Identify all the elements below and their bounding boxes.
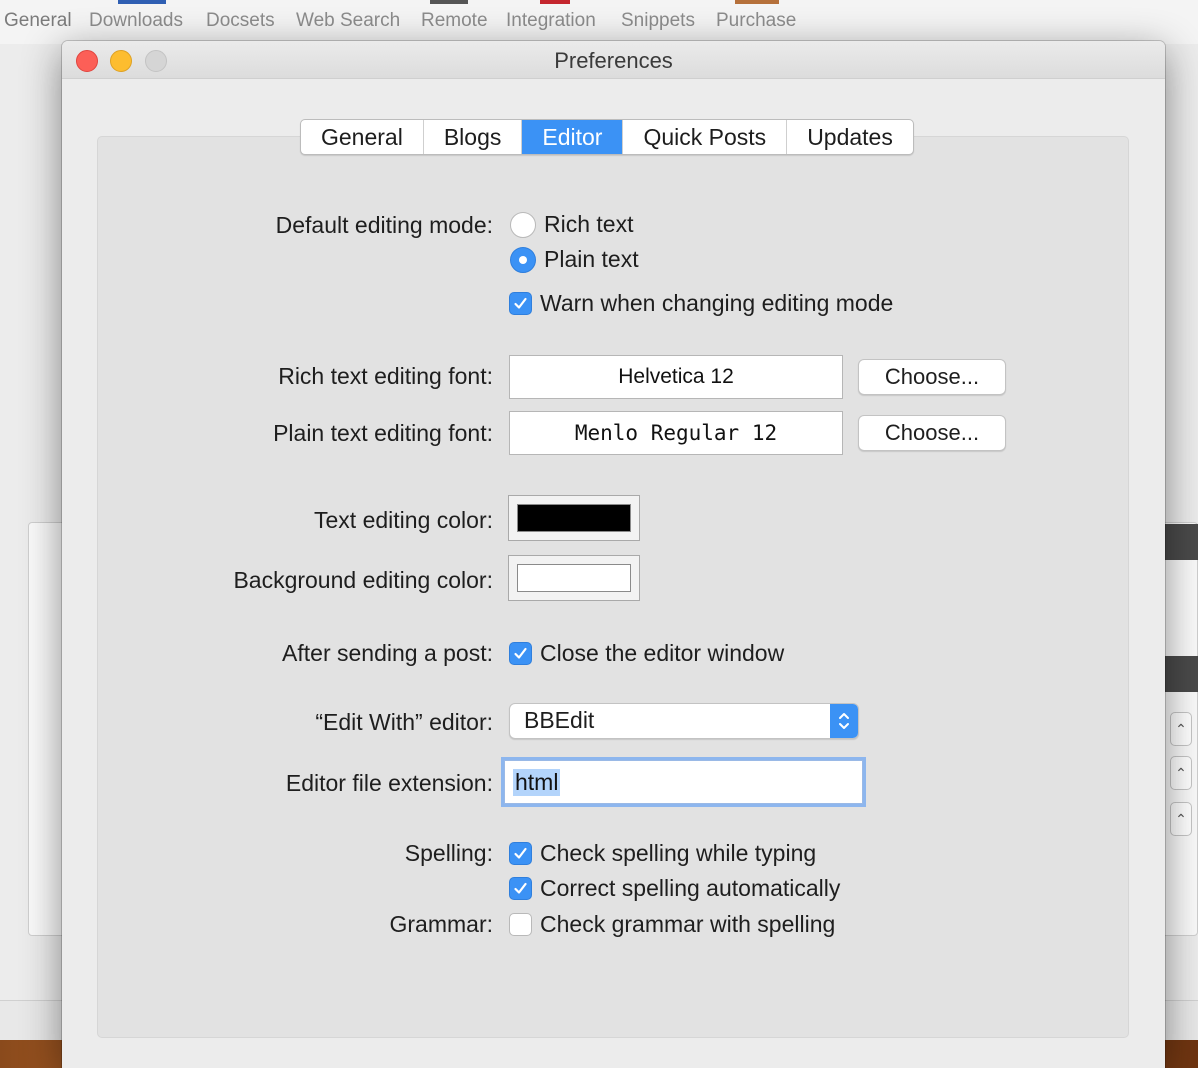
plain-text-radio[interactable]: Plain text xyxy=(510,246,639,273)
checkbox-checked[interactable] xyxy=(509,877,532,900)
background-color-label: Background editing color: xyxy=(233,567,493,593)
check-grammar-checkbox[interactable]: Check grammar with spelling xyxy=(509,911,835,938)
preferences-window: Preferences General Blogs Editor Quick P… xyxy=(62,41,1165,1068)
rich-text-label: Rich text xyxy=(544,211,634,237)
checkbox-checked[interactable] xyxy=(509,842,532,865)
checkmark-icon xyxy=(514,297,527,309)
checkmark-icon xyxy=(514,847,527,859)
file-extension-label: Editor file extension: xyxy=(285,770,493,796)
background-color-swatch xyxy=(517,564,631,592)
background-stepper[interactable]: ⌃ xyxy=(1170,756,1192,790)
warn-mode-change-checkbox[interactable]: Warn when changing editing mode xyxy=(509,290,893,317)
radio-button-selected[interactable] xyxy=(510,246,536,273)
correct-spelling-checkbox[interactable]: Correct spelling automatically xyxy=(509,875,840,902)
tab-updates[interactable]: Updates xyxy=(787,120,913,154)
background-color-well[interactable] xyxy=(508,555,640,601)
background-icon-stub xyxy=(430,0,468,4)
file-extension-value: html xyxy=(513,769,561,796)
choose-rich-font-button[interactable]: Choose... xyxy=(858,359,1006,395)
tab-blogs[interactable]: Blogs xyxy=(424,120,523,154)
plain-font-display: Menlo Regular 12 xyxy=(509,411,843,455)
checkbox-checked[interactable] xyxy=(509,642,532,665)
background-stepper[interactable]: ⌃ xyxy=(1170,802,1192,836)
grammar-label: Grammar: xyxy=(389,911,494,937)
background-icon-stub xyxy=(118,0,166,4)
rich-font-label: Rich text editing font: xyxy=(278,363,493,389)
radio-button[interactable] xyxy=(510,211,536,238)
text-color-swatch xyxy=(517,504,631,532)
background-tab-purchase[interactable]: Purchase xyxy=(716,10,796,32)
preferences-tabs: General Blogs Editor Quick Posts Updates xyxy=(300,119,914,155)
tab-general[interactable]: General xyxy=(301,120,424,154)
title-bar[interactable]: Preferences xyxy=(62,41,1165,79)
checkmark-icon xyxy=(514,882,527,894)
choose-plain-font-button[interactable]: Choose... xyxy=(858,415,1006,451)
text-color-label: Text editing color: xyxy=(314,507,493,533)
checkbox-checked[interactable] xyxy=(509,292,532,315)
up-down-chevron-icon[interactable] xyxy=(830,704,858,738)
background-icon-stub xyxy=(540,0,570,4)
text-color-well[interactable] xyxy=(508,495,640,541)
editing-mode-label: Default editing mode: xyxy=(275,212,493,238)
close-editor-checkbox[interactable]: Close the editor window xyxy=(509,640,784,667)
after-send-label: After sending a post: xyxy=(282,640,493,666)
background-tab-snippets[interactable]: Snippets xyxy=(621,10,695,32)
file-extension-input[interactable]: html xyxy=(504,760,863,804)
background-dark-strip xyxy=(1164,656,1198,692)
background-stepper[interactable]: ⌃ xyxy=(1170,712,1192,746)
close-editor-label: Close the editor window xyxy=(540,640,785,666)
background-tab-docsets[interactable]: Docsets xyxy=(206,10,275,32)
plain-font-label: Plain text editing font: xyxy=(273,420,493,446)
background-tab-web-search[interactable]: Web Search xyxy=(296,10,400,32)
checkbox-unchecked[interactable] xyxy=(509,913,532,936)
background-tab-general[interactable]: General xyxy=(4,10,72,32)
correct-spelling-label: Correct spelling automatically xyxy=(540,875,841,901)
rich-text-radio[interactable]: Rich text xyxy=(510,211,633,238)
check-spelling-checkbox[interactable]: Check spelling while typing xyxy=(509,840,816,867)
warn-mode-change-label: Warn when changing editing mode xyxy=(540,290,894,316)
tab-editor[interactable]: Editor xyxy=(522,120,624,154)
background-icon-stub xyxy=(735,0,779,4)
spelling-label: Spelling: xyxy=(404,840,493,866)
edit-with-value: BBEdit xyxy=(524,707,595,733)
edit-with-label: “Edit With” editor: xyxy=(315,709,493,735)
background-tab-remote[interactable]: Remote xyxy=(421,10,488,32)
rich-font-display: Helvetica 12 xyxy=(509,355,843,399)
background-tab-integration[interactable]: Integration xyxy=(506,10,596,32)
window-title: Preferences xyxy=(554,48,673,73)
check-spelling-label: Check spelling while typing xyxy=(540,840,817,866)
checkmark-icon xyxy=(514,647,527,659)
check-grammar-label: Check grammar with spelling xyxy=(540,911,836,937)
tab-quick-posts[interactable]: Quick Posts xyxy=(623,120,788,154)
background-dark-strip xyxy=(1164,524,1198,560)
edit-with-popup[interactable]: BBEdit xyxy=(509,703,859,739)
plain-text-label: Plain text xyxy=(544,246,639,272)
background-toolbar: General Downloads Docsets Web Search Rem… xyxy=(0,0,1198,44)
background-tab-downloads[interactable]: Downloads xyxy=(89,10,183,32)
